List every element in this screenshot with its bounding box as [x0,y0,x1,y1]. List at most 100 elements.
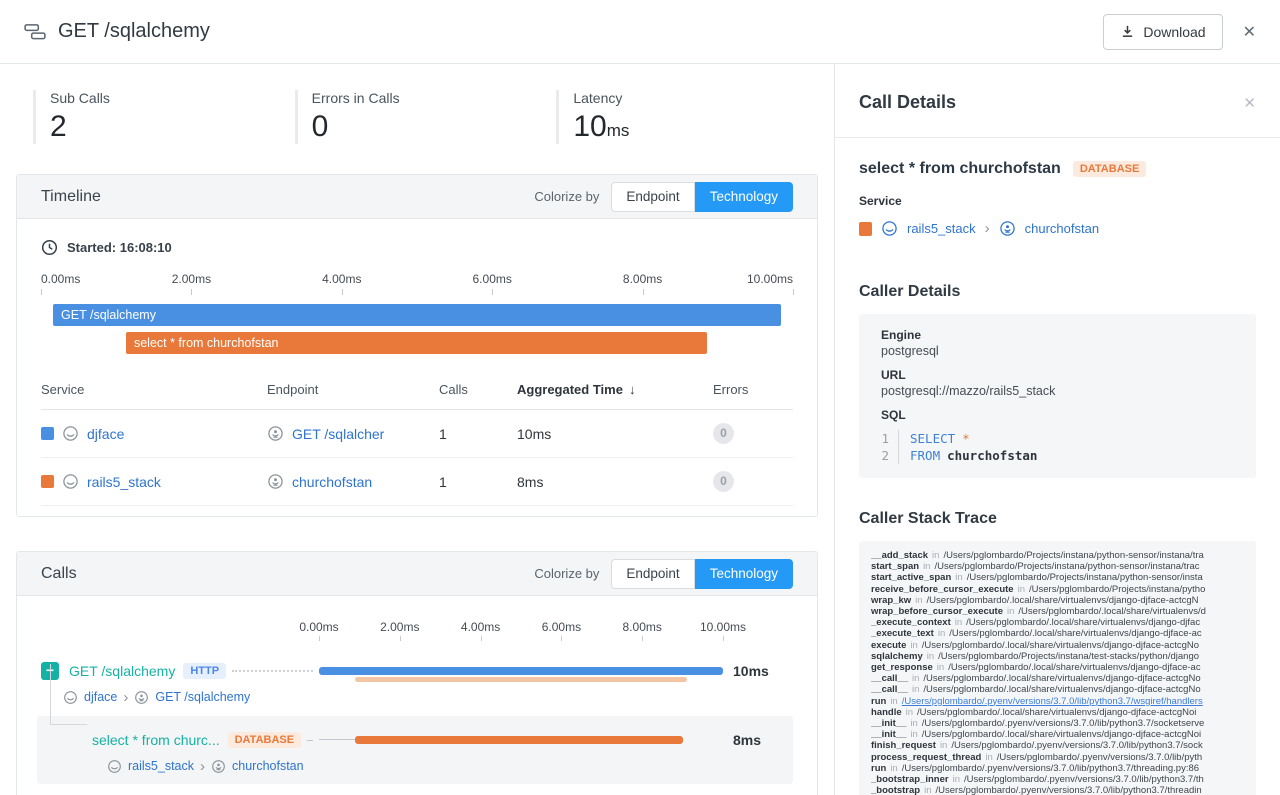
field-engine: Engine postgresql [881,328,1240,358]
stack-in-word: in [920,785,935,795]
table-row[interactable]: rails5_stack churchofstan 1 8ms [41,458,793,506]
stack-function: get_response [871,662,933,673]
stack-in-word: in [1003,606,1018,617]
sql-line: 2 FROMchurchofstan [881,447,1240,464]
page-title: GET /sqlalchemy [58,20,210,43]
aggregated-time-cell: 8ms [517,474,713,490]
sort-desc-icon: ↓ [629,382,636,397]
endpoint-icon [211,759,226,774]
timeline-title: Timeline [41,188,101,206]
call-bar-db[interactable] [355,736,682,744]
col-aggregated-time[interactable]: Aggregated Time↓ [517,382,713,397]
calls-cell: 1 [439,474,517,490]
close-icon[interactable]: ✕ [1243,22,1256,42]
endpoint-link[interactable]: GET /sqlalcher [292,426,384,442]
call-bar-child-shadow [355,677,686,682]
colorize-endpoint-button[interactable]: Endpoint [611,182,694,212]
colorize-label: Colorize by [534,189,599,204]
field-sql: SQL 1 SELECT* 2 FROMchurchofstan [881,408,1240,464]
stack-path: /Users/pglombardo/.local/share/virtualen… [948,662,1200,673]
service-link[interactable]: rails5_stack [87,474,161,490]
service-link[interactable]: rails5_stack [128,759,194,773]
database-badge: DATABASE [228,732,301,748]
col-errors[interactable]: Errors [713,382,793,397]
endpoint-link[interactable]: churchofstan [292,474,372,490]
stack-frame: start_active_spanin/Users/pglombardo/Pro… [871,572,1250,583]
stack-in-word: in [906,640,921,651]
call-chart [319,725,723,755]
stats-row: Sub Calls 2 Errors in Calls 0 Latency 10… [33,90,818,144]
stack-path: /Users/pglombardo/.local/share/virtualen… [1018,606,1205,617]
stack-path: /Users/pglombardo/Projects/instana/pytho… [967,572,1203,583]
call-breadcrumb: djface › GET /sqlalchemy [63,688,793,706]
call-row-root: − GET /sqlalchemy HTTP 10ms [41,656,793,686]
timeline-card: Timeline Colorize by Endpoint Technology… [16,174,818,517]
timeline-bar-child[interactable]: select * from churchofstan [126,332,707,354]
stack-path: /Users/pglombardo/Projects/instana/test-… [938,651,1199,662]
stack-trace-list: __add_stackin/Users/pglombardo/Projects/… [871,550,1250,795]
timeline-bar-root[interactable]: GET /sqlalchemy [53,304,781,326]
endpoint-icon [267,425,284,442]
stat-value: 0 [312,110,557,144]
endpoint-icon [267,473,284,490]
call-bar-root[interactable] [319,667,723,675]
service-icon [62,473,79,490]
endpoint-cell: churchofstan [267,473,439,490]
trace-detail-pane: Sub Calls 2 Errors in Calls 0 Latency 10… [0,64,835,795]
call-name[interactable]: select * from churc... [92,732,220,748]
stack-function: _bootstrap [871,785,920,795]
stack-function: wrap_kw [871,595,911,606]
stack-function: __call__ [871,673,908,684]
endpoint-link[interactable]: churchofstan [1025,221,1099,236]
service-icon [107,759,122,774]
service-icon [881,220,898,237]
stack-in-word: in [951,572,966,583]
stat-value: 2 [50,110,295,144]
stack-function: start_span [871,561,919,572]
endpoint-icon [999,220,1016,237]
stack-path: /Users/pglombardo/.local/share/virtualen… [922,640,1199,651]
col-calls[interactable]: Calls [439,382,517,397]
colorize-label: Colorize by [534,566,599,581]
colorize-endpoint-button[interactable]: Endpoint [611,559,694,589]
stack-frame: handlein/Users/pglombardo/.local/share/v… [871,707,1250,718]
service-link[interactable]: djface [87,426,124,442]
stack-frame: runin/Users/pglombardo/.pyenv/versions/3… [871,696,1250,707]
service-icon [62,425,79,442]
service-link[interactable]: rails5_stack [907,221,976,236]
colorize-technology-button[interactable]: Technology [695,182,793,212]
col-service[interactable]: Service [41,382,267,397]
stat-unit: ms [607,121,630,140]
top-bar: GET /sqlalchemy Download ✕ [0,0,1280,64]
calls-title: Calls [41,565,77,583]
stack-in-word: in [886,763,901,774]
table-row[interactable]: djface GET /sqlalcher 1 10ms 0 [41,410,793,458]
stack-function: _execute_context [871,617,951,628]
stack-function: wrap_before_cursor_execute [871,606,1003,617]
stat-label: Sub Calls [50,90,295,106]
stack-frame: wrap_kwin/Users/pglombardo/.local/share/… [871,595,1250,606]
endpoint-link[interactable]: GET /sqlalchemy [155,690,250,704]
colorize-technology-button[interactable]: Technology [695,559,793,589]
download-button[interactable]: Download [1103,14,1222,50]
stack-frame: wrap_before_cursor_executein/Users/pglom… [871,606,1250,617]
service-link[interactable]: djface [84,690,117,704]
close-icon[interactable]: ✕ [1243,94,1256,112]
endpoint-link[interactable]: churchofstan [232,759,304,773]
stack-in-word: in [906,718,921,729]
stack-in-word: in [886,696,901,707]
col-endpoint[interactable]: Endpoint [267,382,439,397]
call-details-panel: Call Details ✕ select * from churchofsta… [835,64,1280,795]
stack-frame: __call__in/Users/pglombardo/.local/share… [871,684,1250,695]
chevron-right-icon: › [200,759,205,774]
selected-call-name: select * from churchofstan [859,160,1061,178]
stack-path: /Users/pglombardo/.pyenv/versions/3.7.0/… [951,740,1202,751]
call-name[interactable]: GET /sqlalchemy [69,663,175,679]
sql-line: 1 SELECT* [881,430,1240,447]
service-label: Service [859,194,1256,208]
colorize-toggle: Colorize by Endpoint Technology [534,182,793,212]
stack-function: start_active_span [871,572,951,583]
call-row-selected[interactable]: select * from churc... DATABASE 8ms [37,716,793,784]
stack-frame: receive_before_cursor_executein/Users/pg… [871,584,1250,595]
stack-in-word: in [902,707,917,718]
